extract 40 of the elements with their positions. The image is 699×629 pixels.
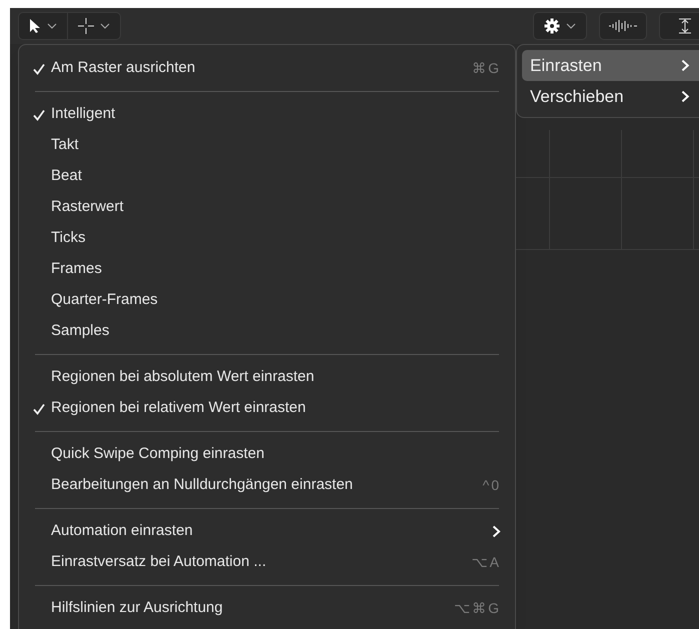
shortcut-label: ^0 [482, 476, 501, 495]
chevron-down-icon [47, 23, 57, 29]
checkmark-icon [33, 62, 45, 74]
shortcut-label: ⌥⌘G [454, 599, 501, 618]
gear-icon [544, 18, 560, 34]
menu-item[interactable]: Regionen bei absolutem Wert einrasten [25, 362, 509, 393]
menu-item[interactable]: Beat [25, 161, 509, 192]
menu-item[interactable]: Am Raster ausrichten ⌘G [25, 53, 509, 84]
tool-selector[interactable] [18, 12, 121, 40]
crosshair-icon [78, 18, 94, 34]
chevron-right-icon [681, 90, 690, 103]
chevron-right-icon [492, 525, 501, 538]
menu-item[interactable]: Regionen bei relativem Wert einrasten [25, 393, 509, 424]
submenu-item[interactable]: Verschieben [522, 81, 699, 112]
shortcut-label: ⌘G [472, 59, 501, 78]
vertical-fit-icon [678, 18, 692, 34]
menu-item[interactable]: Automation einrasten [25, 516, 509, 547]
menu-item[interactable]: Frames [25, 254, 509, 285]
settings-button[interactable] [533, 12, 587, 40]
fit-button[interactable] [659, 12, 699, 40]
shortcut-label: ⌥A [472, 553, 501, 572]
menu-item[interactable]: Bearbeitungen an Nulldurchgängen einrasten ^0 [25, 470, 509, 501]
menu-item[interactable]: Ticks [25, 223, 509, 254]
checkmark-icon [33, 402, 45, 414]
submenu-item[interactable]: Einrasten [522, 50, 699, 81]
pointer-icon [29, 18, 41, 34]
waveform-icon [608, 19, 638, 33]
menu-item[interactable]: Intelligent [25, 99, 509, 130]
chevron-down-icon [100, 23, 110, 29]
chevron-right-icon [681, 59, 690, 72]
menu-item[interactable]: Quick Swipe Comping einrasten [25, 439, 509, 470]
menu-item[interactable]: Rasterwert [25, 192, 509, 223]
menu-item[interactable]: Hilfslinien zur Ausrichtung ⌥⌘G [25, 593, 509, 624]
waveform-button[interactable] [599, 12, 647, 40]
menu-item[interactable]: Einrastversatz bei Automation ... ⌥A [25, 547, 509, 578]
menu-item[interactable]: Quarter-Frames [25, 285, 509, 316]
menu-item[interactable]: Samples [25, 316, 509, 347]
checkmark-icon [33, 108, 45, 120]
chevron-down-icon [566, 23, 576, 29]
menu-item[interactable]: Takt [25, 130, 509, 161]
